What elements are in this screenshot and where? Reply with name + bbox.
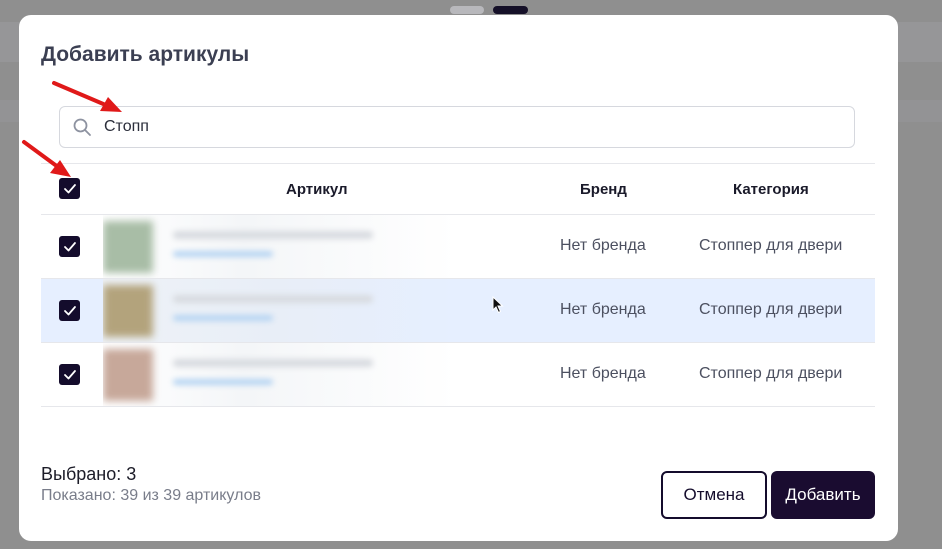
article-image (103, 349, 153, 401)
shown-count: Показано: 39 из 39 артикулов (41, 487, 261, 504)
article-link-blurred (173, 251, 273, 257)
row-category: Стоппер для двери (699, 365, 843, 382)
row-category: Стоппер для двери (699, 237, 843, 254)
dialog-title: Добавить артикулы (41, 43, 250, 66)
carousel-dot-active (493, 6, 528, 14)
table-header: Артикул Бренд Категория (41, 163, 875, 215)
search-icon (72, 117, 92, 137)
column-header-category[interactable]: Категория (733, 181, 809, 198)
annotation-arrow-checkbox (22, 140, 71, 177)
search-input[interactable] (104, 118, 804, 136)
article-image (103, 285, 153, 337)
check-icon (63, 305, 76, 315)
article-name-blurred (173, 295, 373, 303)
table-row[interactable]: Нет бренда Стоппер для двери (41, 343, 875, 407)
check-icon (63, 241, 76, 251)
row-category: Стоппер для двери (699, 301, 843, 318)
column-header-brand[interactable]: Бренд (580, 181, 627, 198)
row-brand: Нет бренда (560, 237, 646, 254)
search-field[interactable] (59, 106, 855, 148)
selected-count: Выбрано: 3 (41, 464, 137, 484)
carousel-dot (450, 6, 484, 14)
article-preview-blurred (103, 215, 456, 278)
row-checkbox[interactable] (59, 236, 80, 257)
articles-table: Артикул Бренд Категория Нет бренда Стопп… (41, 163, 875, 407)
column-header-article[interactable]: Артикул (286, 181, 348, 198)
annotation-arrow-search (52, 81, 122, 112)
row-brand: Нет бренда (560, 301, 646, 318)
row-checkbox[interactable] (59, 364, 80, 385)
add-articles-dialog: Добавить артикулы Артикул Бренд Категори… (19, 15, 898, 541)
article-preview-blurred (103, 279, 456, 342)
row-brand: Нет бренда (560, 365, 646, 382)
table-row[interactable]: Нет бренда Стоппер для двери (41, 279, 875, 343)
article-name-blurred (173, 231, 373, 239)
article-link-blurred (173, 315, 273, 321)
check-icon (63, 369, 76, 379)
check-icon (63, 183, 76, 193)
mouse-cursor-icon (492, 296, 504, 314)
add-button[interactable]: Добавить (771, 471, 875, 519)
article-image (103, 221, 153, 273)
article-preview-blurred (103, 343, 456, 406)
article-name-blurred (173, 359, 373, 367)
table-row[interactable]: Нет бренда Стоппер для двери (41, 215, 875, 279)
cancel-button[interactable]: Отмена (661, 471, 767, 519)
article-link-blurred (173, 379, 273, 385)
row-checkbox[interactable] (59, 300, 80, 321)
